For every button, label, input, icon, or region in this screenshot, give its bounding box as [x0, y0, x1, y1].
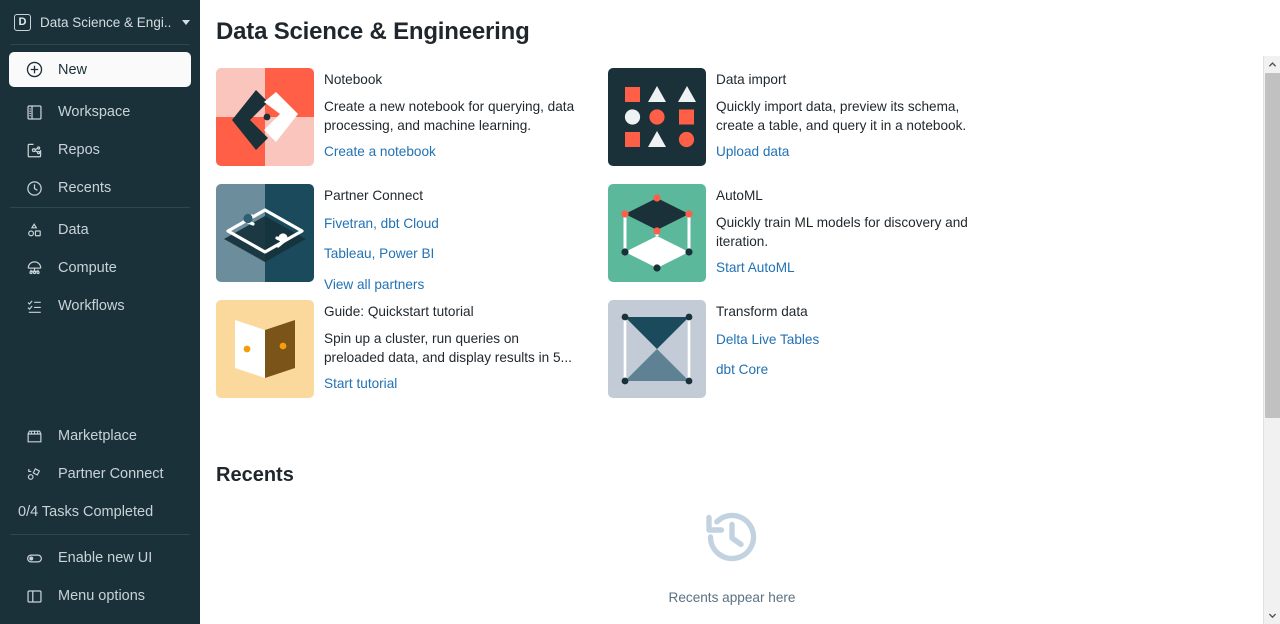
- upload-data-link[interactable]: Upload data: [716, 143, 1000, 161]
- recents-heading: Recents: [216, 464, 294, 486]
- start-tutorial-link[interactable]: Start tutorial: [324, 375, 608, 393]
- card-description: Create a new notebook for querying, data…: [324, 98, 575, 134]
- card-automl: AutoML Quickly train ML models for disco…: [608, 184, 1000, 300]
- card-description: Quickly import data, preview its schema,…: [716, 98, 967, 134]
- sidebar-item-workflows[interactable]: Workflows: [0, 287, 200, 325]
- compute-icon: [25, 259, 44, 278]
- recents-empty-label: Recents appear here: [668, 590, 796, 605]
- guide-open-book-icon: [216, 300, 314, 398]
- fivetran-dbt-cloud-link[interactable]: Fivetran, dbt Cloud: [324, 215, 608, 233]
- sidebar-divider-bottom: [10, 534, 190, 535]
- scrollbar-track[interactable]: [1264, 73, 1280, 607]
- page-title: Data Science & Engineering: [216, 18, 530, 45]
- card-description: Spin up a cluster, run queries on preloa…: [324, 330, 572, 366]
- new-button-label: New: [58, 61, 88, 78]
- sidebar-item-marketplace[interactable]: Marketplace: [0, 417, 200, 455]
- sidebar-item-partner-connect[interactable]: Partner Connect: [0, 455, 200, 493]
- data-shapes-icon: [25, 221, 44, 240]
- card-partner-connect: Partner Connect Fivetran, dbt Cloud Tabl…: [216, 184, 608, 300]
- sidebar-item-menu-options[interactable]: Menu options: [0, 577, 200, 615]
- scrollbar-down-arrow[interactable]: [1263, 607, 1280, 624]
- card-title: Transform data: [716, 304, 808, 319]
- view-all-partners-link[interactable]: View all partners: [324, 276, 608, 294]
- card-title: Partner Connect: [324, 188, 423, 203]
- sidebar-item-label: Workspace: [58, 104, 131, 120]
- sidebar-item-compute[interactable]: Compute: [0, 249, 200, 287]
- marketplace-store-icon: [25, 427, 44, 446]
- card-body: Transform data Delta Live Tables dbt Cor…: [716, 300, 1000, 416]
- sidebar: D Data Science & Engi... New Workspace R…: [0, 0, 200, 624]
- sidebar-item-label: Workflows: [58, 298, 125, 314]
- card-title: AutoML: [716, 188, 763, 203]
- main-inner: Data Science & Engineering Notebook Crea…: [200, 0, 1280, 605]
- card-notebook: Notebook Create a new notebook for query…: [216, 68, 608, 184]
- sidebar-item-label: Repos: [58, 142, 100, 158]
- sidebar-item-label: Menu options: [58, 588, 146, 604]
- delta-live-tables-link[interactable]: Delta Live Tables: [716, 331, 1000, 349]
- quick-actions-grid: Notebook Create a new notebook for query…: [216, 68, 1280, 416]
- dbt-core-link[interactable]: dbt Core: [716, 361, 1000, 379]
- sidebar-group-footer: Enable new UI Menu options: [0, 539, 200, 624]
- start-automl-link[interactable]: Start AutoML: [716, 259, 1000, 277]
- notebook-chevrons-icon: [216, 68, 314, 166]
- sidebar-item-recents[interactable]: Recents: [0, 169, 200, 207]
- card-title: Guide: Quickstart tutorial: [324, 304, 474, 319]
- sidebar-item-data[interactable]: Data: [0, 211, 200, 249]
- card-title: Notebook: [324, 72, 383, 87]
- create-a-notebook-link[interactable]: Create a notebook: [324, 143, 608, 161]
- sidebar-item-label: Partner Connect: [58, 466, 164, 482]
- data-import-shapes-grid-icon: [608, 68, 706, 166]
- card-title: Data import: [716, 72, 787, 87]
- card-body: Notebook Create a new notebook for query…: [324, 68, 608, 184]
- sidebar-item-workspace[interactable]: Workspace: [0, 93, 200, 131]
- chevron-down-icon: [182, 19, 190, 25]
- clock-icon: [25, 179, 44, 198]
- card-body: Partner Connect Fivetran, dbt Cloud Tabl…: [324, 184, 608, 300]
- sidebar-item-repos[interactable]: Repos: [0, 131, 200, 169]
- sidebar-item-label: Marketplace: [58, 428, 137, 444]
- sidebar-divider-top: [10, 44, 190, 45]
- tasks-completed-status: 0/4 Tasks Completed: [0, 493, 200, 531]
- repos-icon: [25, 141, 44, 160]
- vertical-scrollbar[interactable]: [1263, 56, 1280, 624]
- plus-circle-icon: [25, 60, 44, 79]
- automl-cube-icon: [608, 184, 706, 282]
- tasks-completed-label: 0/4 Tasks Completed: [18, 504, 154, 520]
- tableau-power-bi-link[interactable]: Tableau, Power BI: [324, 245, 608, 263]
- scrollbar-up-arrow[interactable]: [1263, 56, 1280, 73]
- workspace-switcher[interactable]: D Data Science & Engi...: [0, 0, 200, 44]
- card-description: Quickly train ML models for discovery an…: [716, 214, 968, 250]
- sidebar-group-primary: Workspace Repos Recents: [0, 92, 200, 207]
- main-content: Data Science & Engineering Notebook Crea…: [200, 0, 1280, 624]
- card-transform-data: Transform data Delta Live Tables dbt Cor…: [608, 300, 1000, 416]
- card-body: Guide: Quickstart tutorial Spin up a clu…: [324, 300, 608, 416]
- sidebar-item-label: Data: [58, 222, 89, 238]
- sidebar-item-label: Recents: [58, 180, 112, 196]
- app-root: D Data Science & Engi... New Workspace R…: [0, 0, 1280, 624]
- sidebar-item-enable-new-ui[interactable]: Enable new UI: [0, 539, 200, 577]
- partner-connect-diamond-loop-icon: [216, 184, 314, 282]
- history-clock-icon: [700, 505, 764, 574]
- transform-hourglass-icon: [608, 300, 706, 398]
- card-quickstart-guide: Guide: Quickstart tutorial Spin up a clu…: [216, 300, 608, 416]
- sidebar-item-label: Enable new UI: [58, 550, 153, 566]
- partner-connect-icon: [25, 465, 44, 484]
- sidebar-group-bottom: Marketplace Partner Connect 0/4 Tasks Co…: [0, 417, 200, 531]
- sidebar-item-label: Compute: [58, 260, 117, 276]
- toggle-icon: [25, 549, 44, 568]
- sidebar-group-secondary: Data Compute Workflows: [0, 208, 200, 325]
- workflows-checklist-icon: [25, 297, 44, 316]
- card-body: Data import Quickly import data, preview…: [716, 68, 1000, 184]
- panel-layout-icon: [25, 587, 44, 606]
- recents-empty-state: Recents appear here: [216, 505, 1248, 605]
- new-button[interactable]: New: [9, 52, 191, 87]
- workspace-switcher-label: Data Science & Engi...: [40, 14, 172, 30]
- workspace-icon: [25, 103, 44, 122]
- databricks-logo-icon: D: [14, 13, 31, 31]
- card-data-import: Data import Quickly import data, preview…: [608, 68, 1000, 184]
- card-body: AutoML Quickly train ML models for disco…: [716, 184, 1000, 300]
- scrollbar-thumb[interactable]: [1264, 73, 1280, 418]
